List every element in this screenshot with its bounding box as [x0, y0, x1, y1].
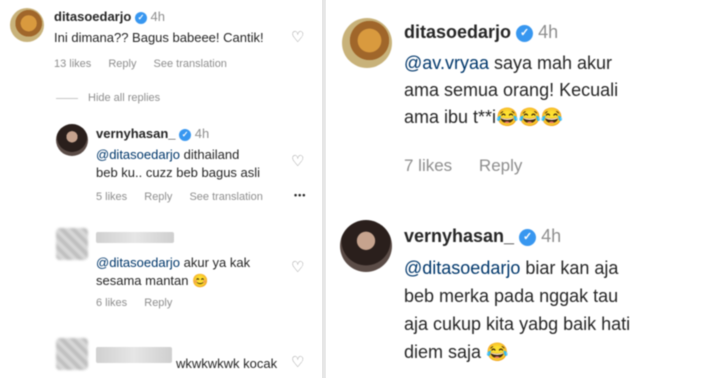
- reply-button[interactable]: Reply: [479, 156, 522, 175]
- comment-time: 4h: [194, 126, 210, 141]
- more-options-icon[interactable]: •••: [294, 190, 306, 200]
- divider-line: [56, 97, 78, 99]
- comment-text-line2: ama semua orang! Kecuali: [404, 80, 619, 100]
- see-translation-button[interactable]: See translation: [154, 58, 227, 70]
- comment-text: @av.vryaa saya mah akur ama semua orang!…: [404, 50, 618, 131]
- comment-meta: 5 likes Reply See translation: [96, 191, 277, 203]
- username-ditasoedarjo[interactable]: ditasoedarjo: [54, 9, 131, 24]
- username-ditasoedarjo[interactable]: ditasoedarjo: [404, 22, 511, 42]
- hide-replies-label: Hide all replies: [88, 92, 161, 104]
- comment-meta: 13 likes Reply See translation: [54, 58, 241, 70]
- comment-text: @ditasoedarjo dithailand beb ku.. cuzz b…: [96, 146, 260, 182]
- comment-text-line3: ama ibu t**i😂😂😂: [404, 107, 564, 127]
- comment-text-rest: akur ya kak: [180, 255, 251, 270]
- avatar-vernyhasan[interactable]: [56, 124, 88, 156]
- hide-replies-toggle[interactable]: Hide all replies: [56, 92, 160, 104]
- likes-count[interactable]: 5 likes: [96, 191, 127, 203]
- comment-text-line2: beb merka pada nggak tau: [404, 286, 619, 306]
- comment-text-rest: saya mah akur: [488, 53, 613, 73]
- comment-header: vernyhasan_ ✓ 4h: [404, 226, 561, 247]
- reply-button[interactable]: Reply: [144, 297, 172, 309]
- avatar-blurred: [56, 338, 88, 370]
- blurred-username: [96, 232, 174, 243]
- comment-text-line4: diem saja 😂: [404, 342, 509, 362]
- likes-count[interactable]: 7 likes: [404, 156, 452, 175]
- comment-text: Ini dimana?? Bagus babeee! Cantik!: [54, 30, 264, 45]
- mention-link[interactable]: @ditasoedarjo: [404, 258, 520, 278]
- username-vernyhasan[interactable]: vernyhasan_: [404, 226, 514, 246]
- verified-badge-icon: ✓: [134, 11, 147, 24]
- smile-emoji: 😊: [192, 273, 209, 288]
- comment-text-rest: biar kan aja: [520, 258, 619, 278]
- blurred-username: [96, 347, 172, 363]
- reply-button[interactable]: Reply: [144, 191, 172, 203]
- right-comments-panel: ditasoedarjo ✓ 4h @av.vryaa saya mah aku…: [326, 0, 720, 378]
- comment-header: ditasoedarjo ✓ 4h: [404, 22, 558, 43]
- comment-time: 4h: [150, 9, 166, 24]
- avatar-ditasoedarjo[interactable]: [10, 8, 44, 42]
- heart-icon[interactable]: ♡: [291, 30, 304, 45]
- avatar-ditasoedarjo[interactable]: [342, 18, 392, 68]
- likes-count[interactable]: 13 likes: [54, 58, 91, 70]
- comment-meta: 7 likes Reply: [404, 156, 536, 176]
- left-comments-panel: ditasoedarjo ✓ 4h Ini dimana?? Bagus bab…: [0, 0, 322, 378]
- comment-header: vernyhasan_ ✓ 4h: [96, 126, 209, 141]
- avatar-blurred: [56, 228, 88, 260]
- comment-text: @ditasoedarjo biar kan aja beb merka pad…: [404, 254, 630, 366]
- heart-icon[interactable]: ♡: [291, 154, 304, 169]
- comment-time: 4h: [538, 22, 559, 42]
- comment-text-line2: sesama mantan: [96, 273, 189, 288]
- username-vernyhasan[interactable]: vernyhasan_: [96, 126, 176, 141]
- likes-count[interactable]: 6 likes: [96, 297, 127, 309]
- avatar-vernyhasan[interactable]: [340, 220, 392, 272]
- comment-time: 4h: [541, 226, 562, 246]
- comment-meta: 6 likes Reply: [96, 297, 186, 309]
- mention-link[interactable]: @ditasoedarjo: [96, 255, 180, 270]
- verified-badge-icon: ✓: [179, 128, 192, 141]
- comment-text: wkwkwkwk kocak: [176, 356, 278, 371]
- verified-badge-icon: ✓: [519, 228, 537, 246]
- verified-badge-icon: ✓: [516, 24, 534, 42]
- comment-text-line3: aja cukup kita yabg baik hati: [404, 314, 631, 334]
- mention-link[interactable]: @ditasoedarjo: [96, 147, 180, 162]
- comment-text-rest: dithailand: [180, 147, 240, 162]
- heart-icon[interactable]: ♡: [291, 260, 304, 275]
- reply-button[interactable]: Reply: [108, 58, 136, 70]
- see-translation-button[interactable]: See translation: [189, 191, 262, 203]
- heart-icon[interactable]: ♡: [291, 355, 304, 370]
- comment-header: ditasoedarjo ✓ 4h: [54, 9, 165, 24]
- comment-text-line2: beb ku.. cuzz beb bagus asli: [96, 165, 261, 180]
- comment-text: @ditasoedarjo akur ya kak sesama mantan …: [96, 254, 250, 290]
- mention-link[interactable]: @av.vryaa: [404, 53, 489, 73]
